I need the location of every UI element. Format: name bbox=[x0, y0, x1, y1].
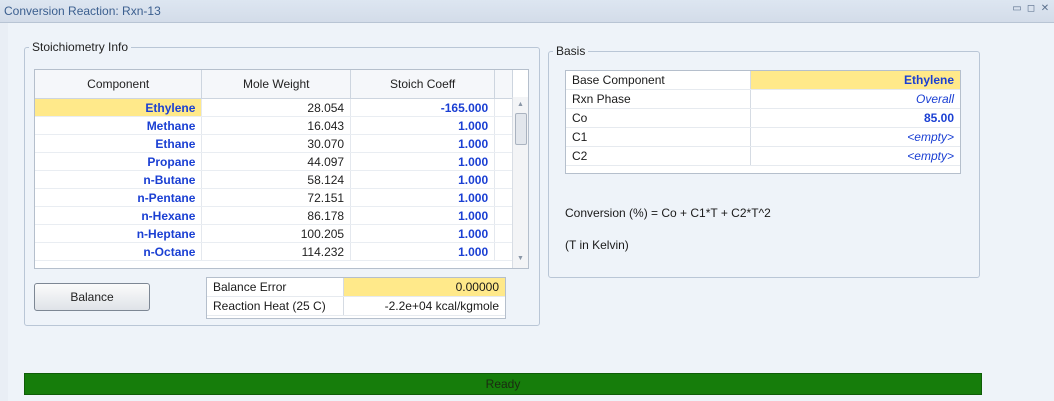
close-icon[interactable]: ✕ bbox=[1040, 4, 1050, 14]
mole-weight-cell: 100.205 bbox=[201, 224, 352, 243]
reaction-heat-label: Reaction Heat (25 C) bbox=[207, 296, 344, 316]
mole-weight-cell: 16.043 bbox=[201, 116, 352, 135]
table-row[interactable]: Methane 16.043 1.000 bbox=[35, 116, 513, 135]
temperature-note: (T in Kelvin) bbox=[565, 238, 629, 252]
scroll-up-icon[interactable]: ▲ bbox=[513, 101, 528, 108]
balance-error-label: Balance Error bbox=[207, 278, 344, 297]
component-cell[interactable]: n-Pentane bbox=[35, 188, 203, 207]
table-row[interactable]: Ethane 30.070 1.000 bbox=[35, 134, 513, 153]
table-row[interactable]: Ethylene 28.054 -165.000 bbox=[35, 98, 513, 117]
rxn-phase-label: Rxn Phase bbox=[566, 89, 751, 109]
stoich-coeff-cell[interactable]: 1.000 bbox=[350, 116, 496, 135]
minimize-icon[interactable]: ▭ bbox=[1012, 4, 1022, 14]
co-value[interactable]: 85.00 bbox=[750, 108, 960, 128]
scroll-thumb[interactable] bbox=[515, 113, 527, 145]
scroll-down-icon[interactable]: ▼ bbox=[513, 255, 528, 262]
table-row[interactable]: Propane 44.097 1.000 bbox=[35, 152, 513, 171]
mole-weight-cell: 86.178 bbox=[201, 206, 352, 225]
balance-button[interactable]: Balance bbox=[34, 283, 150, 311]
mole-weight-cell: 58.124 bbox=[201, 170, 352, 189]
component-cell[interactable]: Methane bbox=[35, 116, 203, 135]
stoich-coeff-cell[interactable]: 1.000 bbox=[350, 188, 496, 207]
co-label: Co bbox=[566, 108, 751, 128]
component-cell[interactable]: n-Butane bbox=[35, 170, 203, 189]
table-row[interactable]: n-Pentane 72.151 1.000 bbox=[35, 188, 513, 207]
component-cell[interactable]: Ethane bbox=[35, 134, 203, 153]
base-component-label: Base Component bbox=[566, 71, 751, 90]
component-cell[interactable]: Propane bbox=[35, 152, 203, 171]
base-component-value[interactable]: Ethylene bbox=[750, 71, 960, 90]
c1-value[interactable]: <empty> bbox=[750, 127, 960, 147]
stoich-coeff-cell[interactable]: 1.000 bbox=[350, 170, 496, 189]
balance-error-value: 0.00000 bbox=[343, 278, 505, 297]
mole-weight-cell: 30.070 bbox=[201, 134, 352, 153]
basis-legend: Basis bbox=[556, 44, 586, 58]
stoich-coeff-cell[interactable]: -165.000 bbox=[350, 98, 496, 117]
status-bar: Ready bbox=[24, 373, 982, 395]
stoich-coeff-cell[interactable]: 1.000 bbox=[350, 206, 496, 225]
component-cell[interactable]: Ethylene bbox=[35, 98, 203, 117]
basis-table: Base Component Ethylene Rxn Phase Overal… bbox=[565, 70, 961, 174]
stoich-coeff-cell[interactable]: 1.000 bbox=[350, 134, 496, 153]
conversion-formula: Conversion (%) = Co + C1*T + C2*T^2 bbox=[565, 206, 771, 220]
col-header-component[interactable]: Component bbox=[35, 70, 203, 99]
vertical-scrollbar[interactable]: ▲ ▼ bbox=[512, 97, 528, 268]
balance-info-table: Balance Error 0.00000 Reaction Heat (25 … bbox=[206, 277, 506, 319]
table-row[interactable]: n-Heptane 100.205 1.000 bbox=[35, 224, 513, 243]
mole-weight-cell: 72.151 bbox=[201, 188, 352, 207]
table-row[interactable]: n-Hexane 86.178 1.000 bbox=[35, 206, 513, 225]
col-header-mole-weight[interactable]: Mole Weight bbox=[201, 70, 352, 99]
c2-value[interactable]: <empty> bbox=[750, 146, 960, 166]
rxn-phase-value[interactable]: Overall bbox=[750, 89, 960, 109]
reaction-heat-value: -2.2e+04 kcal/kgmole bbox=[343, 296, 505, 316]
table-row[interactable]: n-Octane 114.232 1.000 bbox=[35, 242, 513, 261]
c2-label: C2 bbox=[566, 146, 751, 166]
mole-weight-cell: 114.232 bbox=[201, 242, 352, 261]
window-title: Conversion Reaction: Rxn-13 bbox=[4, 4, 161, 18]
table-row[interactable]: n-Butane 58.124 1.000 bbox=[35, 170, 513, 189]
c1-label: C1 bbox=[566, 127, 751, 147]
component-cell[interactable]: n-Heptane bbox=[35, 224, 203, 243]
stoich-coeff-cell[interactable]: 1.000 bbox=[350, 242, 496, 261]
stoichiometry-legend: Stoichiometry Info bbox=[32, 40, 129, 54]
mole-weight-cell: 28.054 bbox=[201, 98, 352, 117]
title-bar: Conversion Reaction: Rxn-13 ▭ ◻ ✕ bbox=[0, 0, 1054, 23]
col-header-stoich-coeff[interactable]: Stoich Coeff bbox=[350, 70, 496, 99]
component-cell[interactable]: n-Hexane bbox=[35, 206, 203, 225]
component-cell[interactable]: n-Octane bbox=[35, 242, 203, 261]
mole-weight-cell: 44.097 bbox=[201, 152, 352, 171]
col-header-spacer bbox=[494, 70, 513, 99]
stoich-coeff-cell[interactable]: 1.000 bbox=[350, 224, 496, 243]
stoichiometry-table: Component Mole Weight Stoich Coeff Ethyl… bbox=[34, 69, 529, 269]
maximize-icon[interactable]: ◻ bbox=[1026, 4, 1036, 14]
stoich-coeff-cell[interactable]: 1.000 bbox=[350, 152, 496, 171]
